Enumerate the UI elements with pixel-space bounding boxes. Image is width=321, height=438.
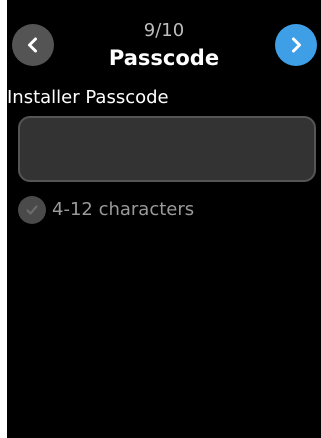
chevron-right-icon	[292, 37, 301, 53]
header: 9/10 Passcode	[7, 0, 321, 80]
page-title: Passcode	[108, 46, 220, 70]
length-requirement: 4-12 characters	[18, 196, 194, 224]
passcode-input[interactable]	[18, 116, 316, 182]
requirement-status	[18, 196, 46, 224]
requirement-text: 4-12 characters	[52, 199, 195, 220]
check-icon	[26, 205, 38, 215]
step-counter: 9/10	[143, 20, 185, 41]
installer-passcode-label: Installer Passcode	[7, 87, 169, 108]
passcode-screen: 9/10 Passcode Installer Passcode 4-12 ch…	[7, 0, 321, 438]
next-button[interactable]	[275, 24, 317, 66]
